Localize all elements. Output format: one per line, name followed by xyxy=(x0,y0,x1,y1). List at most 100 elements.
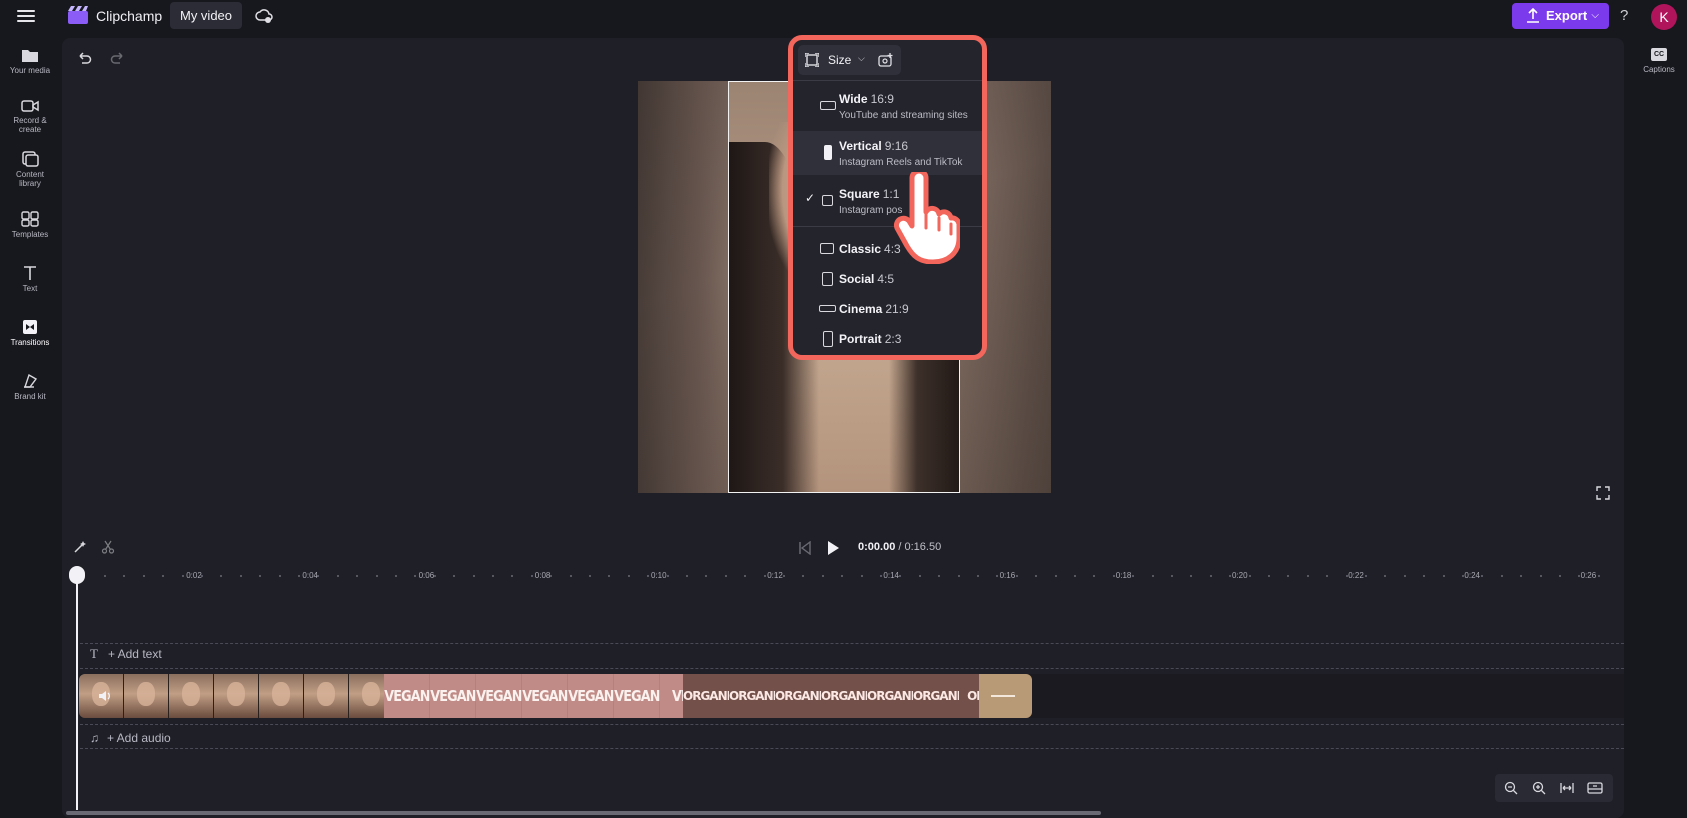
ruler-tick xyxy=(1151,575,1154,577)
resize-icon xyxy=(805,53,819,67)
sidebar-item-label: Templates xyxy=(11,230,49,239)
option-name: Portrait 2:3 xyxy=(839,332,902,346)
video-clip[interactable]: VEGANVEGANVEGANVEGANVEGANVEGANVE(ORGANIC… xyxy=(79,674,1032,718)
ruler-label: 0:02 xyxy=(186,571,202,580)
ruler-tick xyxy=(821,575,824,577)
sidebar-item-record-create[interactable]: Record & create xyxy=(0,99,60,134)
size-option-portrait[interactable]: Portrait 2:3 xyxy=(793,324,982,354)
clip-thumbnail xyxy=(214,674,259,718)
ruler-tick xyxy=(860,575,863,577)
captions-button[interactable]: CC Captions xyxy=(1639,48,1679,74)
timeline-scrollbar[interactable] xyxy=(66,811,1101,815)
ruler-tick xyxy=(1074,575,1076,577)
ruler-tick xyxy=(1462,575,1464,577)
cinema-ratio-icon xyxy=(819,305,836,312)
ruler-tick xyxy=(395,575,397,577)
ruler-tick xyxy=(375,575,378,577)
fullscreen-icon[interactable] xyxy=(1596,486,1610,500)
ruler-tick xyxy=(239,575,242,577)
ruler-tick xyxy=(899,575,902,577)
ruler-tick xyxy=(530,575,533,577)
clip-thumbnail xyxy=(169,674,214,718)
size-option-cinema[interactable]: Cinema 21:9 xyxy=(793,294,982,324)
total-time: / 0:16.50 xyxy=(898,541,942,553)
sidebar-item-brand-kit[interactable]: Brand kit xyxy=(0,373,60,401)
option-name: Cinema 21:9 xyxy=(839,302,909,316)
ruler-label: 0:14 xyxy=(883,571,899,580)
sidebar-item-templates[interactable]: Templates xyxy=(0,211,60,239)
cloud-sync-icon[interactable] xyxy=(255,7,273,25)
ruler-tick xyxy=(1597,575,1600,577)
sidebar-item-content-library[interactable]: Content library xyxy=(0,151,60,188)
sidebar-item-text[interactable]: Text xyxy=(0,265,60,293)
size-label: Size xyxy=(828,53,852,67)
ruler-label: 0:12 xyxy=(767,571,783,580)
help-icon[interactable]: ? xyxy=(1620,7,1628,24)
ruler-tick xyxy=(1539,575,1542,577)
ruler-tick xyxy=(181,575,184,577)
add-text-button[interactable]: T + Add text xyxy=(90,646,162,662)
timeline-ruler[interactable]: 0:02 0:04 0:06 0:08 0:10 0:12 0:14 0:16 0:18 0:20… xyxy=(62,565,1624,587)
upload-icon xyxy=(1527,8,1539,23)
ruler-tick xyxy=(259,575,262,577)
add-media-icon[interactable] xyxy=(878,52,894,68)
sidebar-item-label: Text xyxy=(22,284,38,293)
sidebar-item-transitions[interactable]: Transitions xyxy=(0,319,60,347)
volume-icon[interactable] xyxy=(98,690,112,702)
menu-icon[interactable] xyxy=(17,7,35,25)
play-icon[interactable] xyxy=(826,540,840,556)
ruler-label: 0:20 xyxy=(1232,571,1248,580)
size-option-vertical[interactable]: Vertical 9:16 Instagram Reels and TikTok xyxy=(793,131,982,175)
scissors-icon[interactable] xyxy=(101,540,115,554)
ruler-tick xyxy=(724,575,727,577)
clip-text-thumbnail: VEGAN xyxy=(430,674,476,718)
ruler-label: 0:04 xyxy=(302,571,318,580)
ruler-tick xyxy=(1481,575,1484,577)
export-button[interactable]: Export ⌵ xyxy=(1512,3,1609,29)
clip-end-thumbnail xyxy=(979,674,1032,718)
ruler-tick xyxy=(1132,575,1135,577)
ruler-tick xyxy=(1190,575,1193,577)
ruler-label: 0:16 xyxy=(999,571,1016,580)
sidebar-item-label: Record & create xyxy=(13,116,47,134)
ruler-tick xyxy=(278,575,281,577)
clip-text-thumbnail: VEGAN xyxy=(476,674,522,718)
ruler-tick xyxy=(1403,575,1406,577)
ruler-tick xyxy=(1326,575,1329,577)
ruler-tick xyxy=(1365,575,1367,577)
chevron-down-icon: ⌵ xyxy=(858,53,865,63)
skip-back-icon[interactable] xyxy=(798,541,812,555)
zoom-in-icon[interactable] xyxy=(1531,780,1547,796)
avatar[interactable]: K xyxy=(1651,4,1677,30)
zoom-out-icon[interactable] xyxy=(1503,780,1519,796)
clip-text-thumbnail: ORGANIC xyxy=(775,674,831,718)
ruler-tick xyxy=(1559,575,1561,577)
sidebar-item-your-media[interactable]: Your media xyxy=(0,47,60,75)
sidebar-item-label: Brand kit xyxy=(14,392,46,401)
option-name: Social 4:5 xyxy=(839,272,895,286)
playhead-handle[interactable] xyxy=(69,566,85,584)
video-title-tab[interactable]: My video xyxy=(170,2,242,29)
ruler-label: 0:10 xyxy=(651,571,667,580)
ruler-tick xyxy=(1229,575,1232,577)
ruler-tick xyxy=(627,575,630,577)
ruler-tick xyxy=(162,575,165,577)
ruler-tick xyxy=(414,575,417,577)
playhead[interactable] xyxy=(76,575,78,810)
undo-icon[interactable] xyxy=(76,50,92,66)
option-name: Wide 16:9 xyxy=(839,92,894,106)
magic-wand-icon[interactable] xyxy=(73,540,87,554)
add-audio-button[interactable]: ♫ + Add audio xyxy=(90,731,171,745)
vertical-ratio-icon xyxy=(824,145,832,160)
timeline-view-icon[interactable] xyxy=(1587,780,1603,796)
size-option-wide[interactable]: Wide 16:9 YouTube and streaming sites xyxy=(793,84,982,128)
top-bar: Clipchamp My video Export ⌵ ? K xyxy=(0,0,1687,33)
size-button[interactable]: Size ⌵ xyxy=(798,45,901,75)
sidebar-item-label: Transitions xyxy=(10,338,50,347)
ruler-tick xyxy=(783,575,785,577)
ruler-label: 0:18 xyxy=(1115,571,1132,580)
redo-icon[interactable] xyxy=(110,50,126,66)
fit-timeline-icon[interactable] xyxy=(1559,780,1575,796)
ruler-tick xyxy=(472,575,475,577)
size-option-social[interactable]: Social 4:5 xyxy=(793,264,982,294)
